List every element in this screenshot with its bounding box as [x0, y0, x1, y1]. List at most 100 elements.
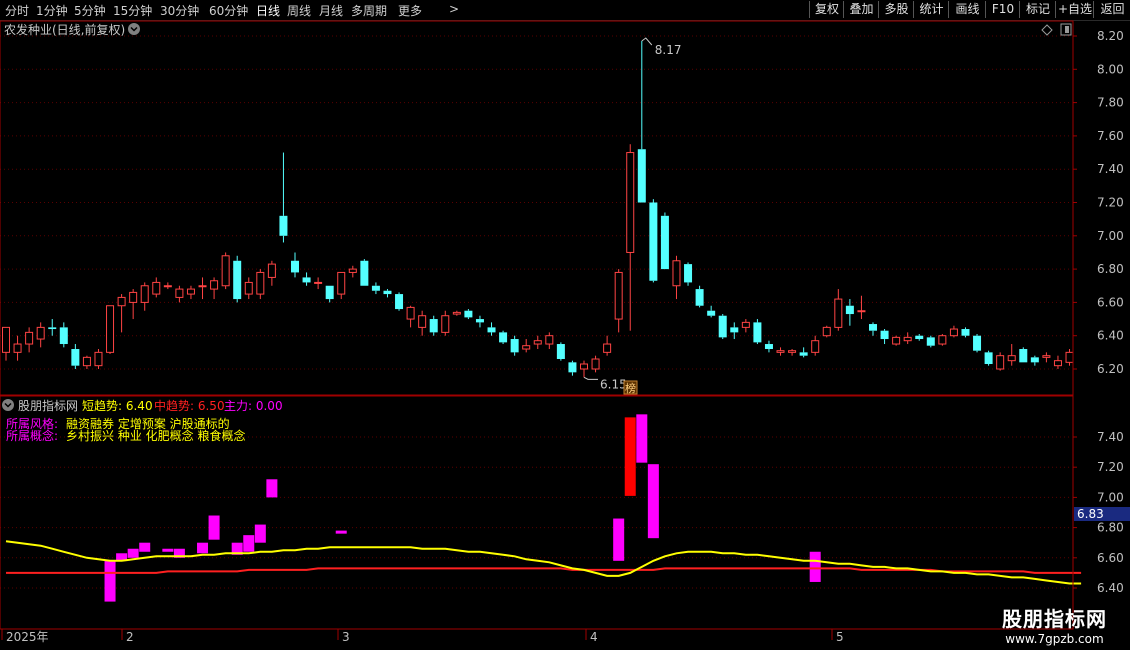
candle-body	[845, 305, 854, 315]
candle-body	[117, 296, 126, 307]
candle-body	[152, 281, 161, 295]
candle-body	[302, 277, 311, 283]
candle-body	[406, 306, 415, 320]
candles	[2, 40, 1074, 378]
main-force-bar	[254, 524, 266, 543]
chevron-down-circle-icon	[128, 23, 140, 35]
indicator-tick-label: 7.40	[1097, 430, 1124, 444]
current-price-tag-label: 6.83	[1077, 507, 1104, 521]
candle-body	[82, 356, 91, 367]
diamond-icon	[1041, 24, 1053, 36]
price-tick-label: 7.60	[1097, 129, 1124, 143]
candle-body	[441, 315, 450, 333]
candle-body	[233, 260, 242, 300]
candle-body	[1042, 355, 1051, 358]
candle-body	[106, 305, 115, 353]
candle-body	[741, 321, 750, 328]
candle-body	[880, 330, 889, 340]
candle-body	[1053, 360, 1062, 367]
price-tick-label: 6.20	[1097, 362, 1124, 376]
watermark: 股朋指标网 www.7gpzb.com	[987, 603, 1122, 646]
low-label: 6.15	[600, 377, 627, 391]
candle-body	[660, 215, 669, 270]
candle-body	[94, 351, 103, 367]
chart-title: 农发种业(日线,前复权)	[4, 22, 125, 37]
candle-body	[2, 326, 10, 353]
candle-body	[857, 310, 866, 313]
candle-body	[186, 288, 195, 295]
time-tick-label: 4	[590, 630, 598, 644]
candle-body	[949, 328, 958, 337]
price-tick-label: 8.00	[1097, 62, 1124, 76]
candle-body	[418, 315, 427, 328]
candle-body	[938, 335, 947, 345]
candle-body	[198, 285, 207, 288]
time-tick-label: 3	[342, 630, 350, 644]
high-marker	[641, 37, 653, 46]
candle-body	[545, 335, 554, 345]
candle-body	[337, 271, 346, 295]
main-force-bar	[624, 417, 636, 496]
candle-body	[1019, 349, 1028, 363]
candle-body	[869, 324, 877, 331]
candle-body	[764, 344, 773, 350]
candle-body	[707, 310, 716, 316]
concept-label: 所属概念:	[6, 428, 58, 443]
candle-body	[973, 335, 982, 351]
candle-body	[210, 280, 219, 290]
candle-body	[383, 290, 392, 295]
candle-body	[776, 350, 785, 353]
indicator-legend-item: 短趋势: 6.40	[82, 399, 153, 413]
candle-body	[614, 271, 623, 320]
candle-body	[730, 327, 739, 333]
main-force-bar	[197, 542, 209, 554]
candle-body	[1065, 351, 1074, 363]
price-tick-label: 6.40	[1097, 329, 1124, 343]
candle-body	[371, 285, 380, 291]
price-tick-label: 6.60	[1097, 295, 1124, 309]
axes	[0, 20, 1077, 640]
candle-body	[48, 327, 57, 330]
candle-body	[649, 202, 658, 281]
candle-body	[568, 362, 577, 373]
candle-body	[267, 263, 276, 278]
candle-body	[348, 268, 357, 273]
watermark-title: 股朋指标网	[1002, 607, 1107, 631]
concept-value: 乡村振兴 种业 化肥概念 粮食概念	[66, 428, 245, 443]
indicator-tick-label: 7.00	[1097, 490, 1124, 504]
candle-body	[903, 336, 912, 342]
candle-body	[325, 285, 334, 300]
candle-body	[834, 298, 843, 328]
price-tick-label: 7.00	[1097, 229, 1124, 243]
main-force-bar	[208, 515, 220, 540]
candle-body	[533, 340, 542, 345]
candle-body	[71, 349, 80, 366]
time-tick-label: 2	[126, 630, 134, 644]
indicator-name: 股朋指标网	[18, 398, 78, 413]
candle-body	[591, 358, 600, 370]
candle-body	[892, 336, 901, 345]
main-force-bar	[127, 548, 139, 558]
low-marker	[583, 376, 598, 380]
candle-body	[996, 355, 1005, 370]
candle-body	[695, 289, 704, 306]
candle-body	[395, 294, 404, 310]
indicator-tick-label: 7.20	[1097, 460, 1124, 474]
main-force-bar	[636, 414, 648, 463]
candle-body	[475, 319, 484, 323]
indicator-tick-label: 6.40	[1097, 581, 1124, 595]
time-tick-label: 2025年	[6, 630, 49, 644]
candle-body	[984, 352, 993, 365]
candle-body	[163, 285, 172, 288]
candle-body	[580, 363, 588, 370]
candle-body	[799, 352, 808, 356]
candle-body	[314, 281, 323, 284]
candle-body	[452, 311, 461, 315]
candle-body	[36, 326, 45, 340]
candle-body	[961, 329, 970, 336]
candle-body	[256, 271, 265, 295]
candle-body	[129, 291, 138, 303]
candle-body	[175, 288, 184, 298]
main-force-bar	[162, 548, 174, 552]
candle-body	[221, 255, 230, 287]
